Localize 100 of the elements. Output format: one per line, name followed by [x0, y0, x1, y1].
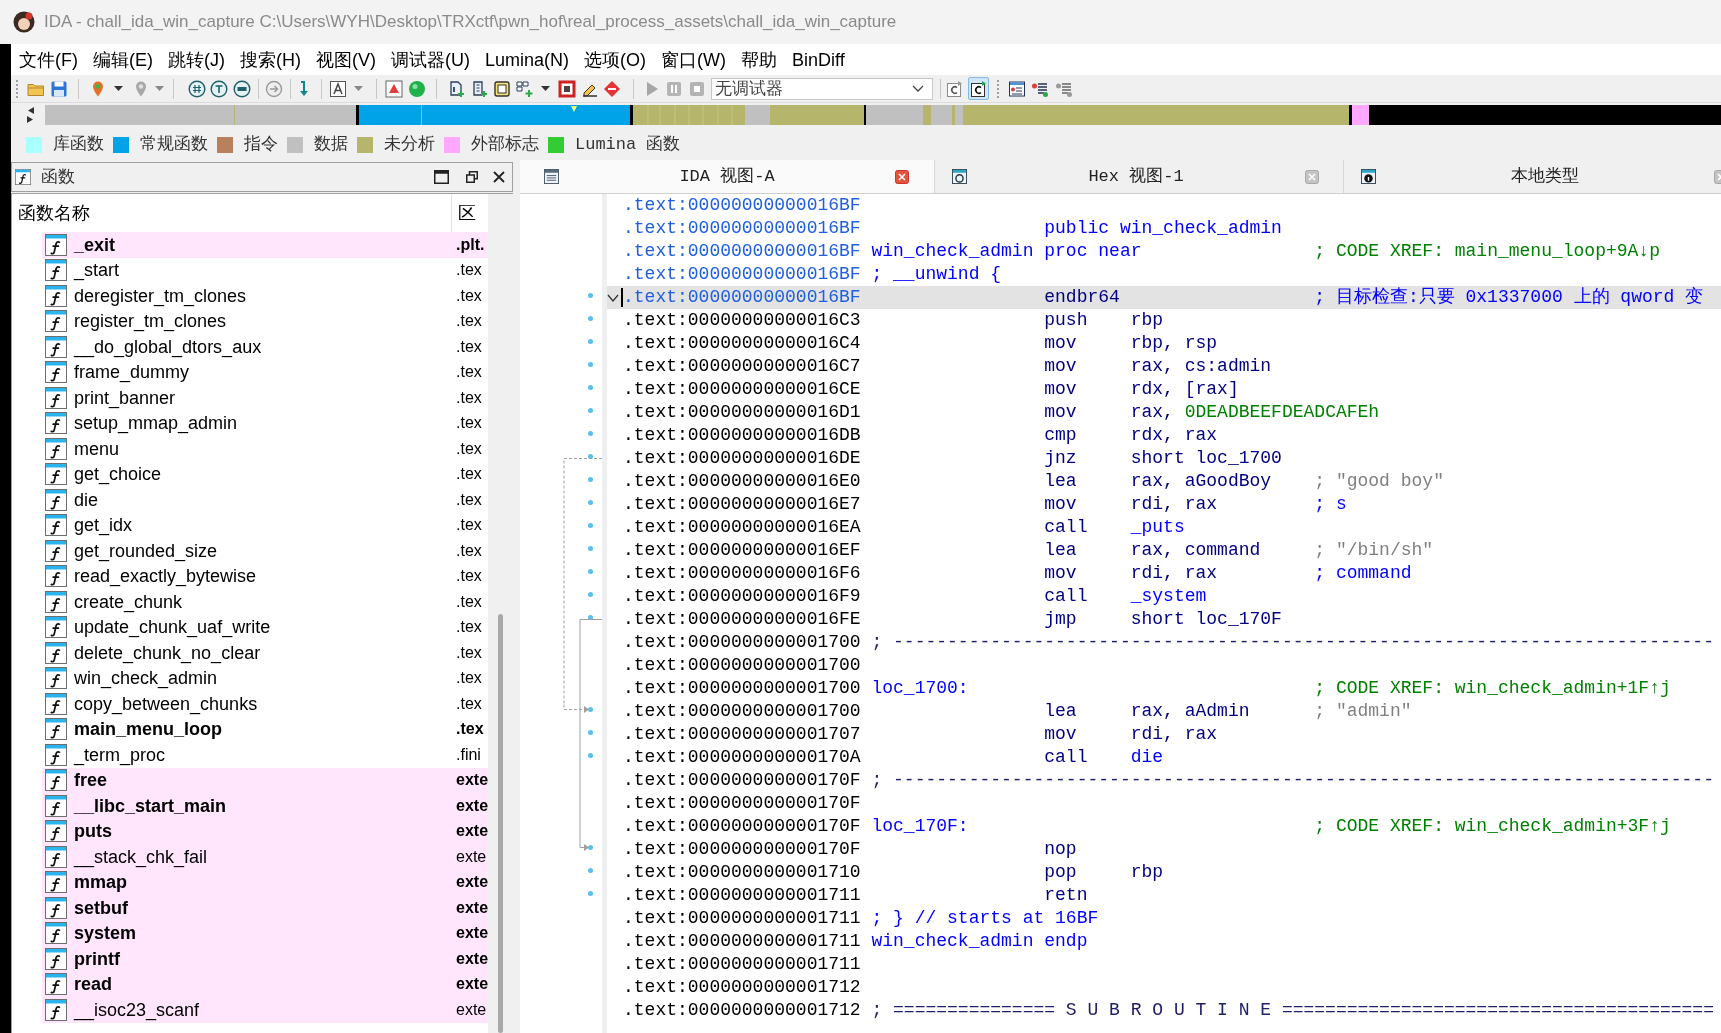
function-row[interactable]: free exte [42, 767, 488, 793]
label-text: win_check_admin [871, 930, 1034, 953]
function-row[interactable]: menu .tex [42, 436, 488, 462]
square-icon[interactable] [558, 79, 576, 98]
menu-item[interactable]: BinDiff [792, 47, 845, 72]
t-circle-icon[interactable] [210, 79, 228, 98]
function-row[interactable]: _start .tex [42, 257, 488, 283]
function-name: win_check_admin [74, 667, 219, 691]
menu-item[interactable]: Lumina(N) [485, 47, 569, 72]
hash-circle-icon[interactable] [188, 79, 206, 98]
menu-item[interactable]: 文件(F) [19, 47, 78, 72]
menu-item[interactable]: 跳转(J) [168, 47, 225, 72]
menu-item[interactable]: 窗口(W) [661, 47, 726, 72]
maximize-icon[interactable] [434, 170, 449, 184]
function-row[interactable]: create_chunk .tex [42, 589, 488, 615]
function-row[interactable]: update_chunk_uaf_write .tex [42, 614, 488, 640]
scroll-arrows-icon[interactable] [27, 106, 34, 124]
segment-name: .tex [456, 285, 482, 306]
address-text: .text:00000000000016C4 [623, 332, 861, 355]
arc-box-icon [946, 80, 963, 97]
address-text: .text:00000000000016D1 [623, 401, 861, 424]
label-text: ; ---------------------------------------------------------------------------- [871, 631, 1714, 654]
function-row[interactable]: printf exte [42, 946, 488, 972]
address-text: .text:00000000000016C7 [623, 355, 861, 378]
function-row[interactable]: _term_proc .fini [42, 742, 488, 768]
chevron-down-icon[interactable] [607, 293, 619, 302]
mnemonic-text: lea [1044, 700, 1077, 723]
mnemonic-text: cmp [1044, 424, 1077, 447]
function-name: read_exactly_bytewise [74, 565, 258, 589]
tab[interactable]: IDA 视图-A [520, 160, 935, 193]
menu-item[interactable]: 调试器(U) [391, 47, 470, 72]
ring-box-icon [952, 169, 967, 184]
function-row[interactable]: read exte [42, 971, 488, 997]
operands-text: short loc_1700 [1130, 447, 1282, 470]
grip-icon[interactable] [997, 78, 1000, 99]
menu-item[interactable]: 帮助 [741, 47, 777, 72]
caret-icon[interactable] [541, 86, 550, 91]
function-icon [45, 616, 67, 639]
function-row[interactable]: puts exte [42, 818, 488, 844]
document-plus-icon[interactable] [448, 79, 466, 98]
function-icon [45, 463, 67, 486]
function-row[interactable]: frame_dummy .tex [42, 359, 488, 385]
function-row[interactable]: die .tex [42, 487, 488, 513]
stop-sign-icon[interactable] [603, 79, 621, 98]
menu-item[interactable]: 选项(O) [584, 47, 646, 72]
close-icon[interactable] [493, 171, 505, 183]
function-row[interactable]: copy_between_chunks .tex [42, 691, 488, 717]
address-text: .text:0000000000001710 [623, 861, 861, 884]
restore-icon[interactable] [466, 171, 478, 183]
function-row[interactable]: get_rounded_size .tex [42, 538, 488, 564]
grid-icon[interactable] [516, 79, 534, 98]
label-circle-icon[interactable] [233, 79, 251, 98]
function-row[interactable]: deregister_tm_clones .tex [42, 283, 488, 309]
navigation-band[interactable] [45, 105, 1721, 125]
comment-text: ; CODE XREF: win_check_admin+3F↑j [1314, 815, 1671, 838]
mnemonic-text: call [1044, 516, 1088, 539]
segment-name: .tex [456, 336, 482, 357]
function-row[interactable]: __do_global_dtors_aux .tex [42, 334, 488, 360]
column-header[interactable]: 区 [452, 194, 488, 232]
caret-icon[interactable] [114, 86, 123, 91]
function-name: deregister_tm_clones [74, 284, 248, 308]
function-icon [45, 361, 67, 384]
function-row[interactable]: main_menu_loop .tex [42, 716, 488, 742]
function-row[interactable]: setbuf exte [42, 895, 488, 921]
toggle-button[interactable] [968, 77, 989, 100]
function-row[interactable]: setup_mmap_admin .tex [42, 410, 488, 436]
function-row[interactable]: __isoc23_scanf exte [42, 997, 488, 1023]
function-name: system [74, 922, 138, 946]
menu-item[interactable]: 搜索(H) [240, 47, 301, 72]
mnemonic-text: endp [1044, 930, 1088, 953]
list-icon[interactable] [1008, 79, 1026, 98]
address-text: .text:00000000000016BF [623, 263, 861, 286]
function-row[interactable]: __libc_start_main exte [42, 793, 488, 819]
function-row[interactable]: get_choice .tex [42, 461, 488, 487]
function-row[interactable]: _exit .plt. [42, 232, 488, 258]
function-row[interactable]: read_exactly_bytewise .tex [42, 563, 488, 589]
frame-icon[interactable] [493, 79, 511, 98]
function-row[interactable]: system exte [42, 920, 488, 946]
function-icon [45, 692, 67, 715]
debugger-select[interactable]: 无调试器 [711, 77, 933, 100]
function-row[interactable]: get_idx .tex [42, 512, 488, 538]
function-icon [45, 973, 67, 996]
address-text: .text:00000000000016DE [623, 447, 861, 470]
function-row[interactable]: mmap exte [42, 869, 488, 895]
menu-item[interactable]: 视图(V) [316, 47, 376, 72]
text-box-icon[interactable] [329, 79, 347, 98]
mnemonic-text: call [1044, 746, 1088, 769]
function-row[interactable]: register_tm_clones .tex [42, 308, 488, 334]
function-row[interactable]: win_check_admin .tex [42, 665, 488, 691]
function-name: copy_between_chunks [74, 692, 259, 716]
menu-item[interactable]: 编辑(E) [93, 47, 153, 72]
label-text: ; =============== S U B R O U T I N E ======================================== [871, 999, 1714, 1022]
function-row[interactable]: __stack_chk_fail exte [42, 844, 488, 870]
function-row[interactable]: delete_chunk_no_clear .tex [42, 640, 488, 666]
grip-icon[interactable] [16, 78, 19, 99]
save-icon[interactable] [50, 79, 68, 98]
scrollbar-thumb[interactable] [498, 614, 503, 1033]
function-name: setup_mmap_admin [74, 412, 239, 436]
function-row[interactable]: print_banner .tex [42, 385, 488, 411]
document-plus-icon[interactable] [471, 79, 489, 98]
